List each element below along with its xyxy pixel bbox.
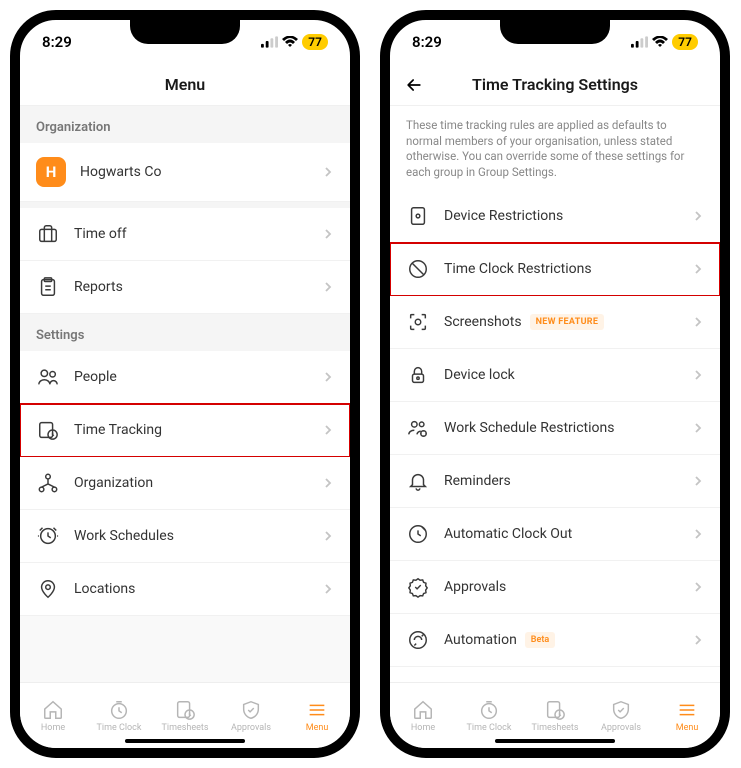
settings-label: Approvals: [444, 579, 678, 595]
settings-label: Automatic Clock Out: [444, 526, 678, 542]
menu-item-organization[interactable]: Organization: [20, 457, 350, 510]
section-header-organization: Organization: [20, 106, 350, 143]
chevron-right-icon: [692, 581, 704, 593]
chevron-right-icon: [322, 583, 334, 595]
device-icon: [406, 204, 430, 228]
status-bar: 8:29 77: [20, 20, 350, 64]
lock-icon: [406, 363, 430, 387]
settings-item-work-schedule-restrictions[interactable]: Work Schedule Restrictions: [390, 402, 720, 455]
menu-item-people[interactable]: People: [20, 351, 350, 404]
settings-label: Device Restrictions: [444, 208, 678, 224]
header: Time Tracking Settings: [390, 64, 720, 106]
tab-home[interactable]: Home: [20, 683, 86, 748]
menu-item-reports[interactable]: Reports: [20, 261, 350, 314]
home-indicator[interactable]: [125, 739, 245, 743]
chevron-right-icon: [322, 424, 334, 436]
menu-label: Organization: [74, 475, 308, 491]
settings-item-time-clock-restrictions[interactable]: Time Clock Restrictions: [390, 243, 720, 296]
settings-item-approvals[interactable]: Approvals: [390, 561, 720, 614]
menu-item-locations[interactable]: Locations: [20, 563, 350, 616]
chevron-right-icon: [692, 422, 704, 434]
menu-label: Reports: [74, 279, 308, 295]
org-chart-icon: [36, 471, 60, 495]
clock-auto-icon: [406, 522, 430, 546]
wifi-icon: [282, 36, 298, 48]
settings-item-reminders[interactable]: Reminders: [390, 455, 720, 508]
cellular-signal-icon: [261, 36, 278, 48]
home-indicator[interactable]: [495, 739, 615, 743]
settings-label: Work Schedule Restrictions: [444, 420, 678, 436]
settings-content[interactable]: These time tracking rules are applied as…: [390, 106, 720, 682]
status-time: 8:29: [42, 33, 72, 51]
org-row[interactable]: H Hogwarts Co: [20, 143, 350, 202]
settings-item-device-lock[interactable]: Device lock: [390, 349, 720, 402]
section-header-settings: Settings: [20, 314, 350, 351]
phone-timetracking-screen: 8:29 77 Time Tracking Settings These tim…: [380, 10, 730, 758]
approval-badge-icon: [406, 575, 430, 599]
schedule-icon: [36, 524, 60, 548]
restriction-icon: [406, 257, 430, 281]
menu-item-timetracking[interactable]: Time Tracking: [20, 404, 350, 457]
settings-item-screenshots[interactable]: ScreenshotsNEW FEATURE: [390, 296, 720, 349]
menu-item-timeoff[interactable]: Time off: [20, 208, 350, 261]
settings-label: ScreenshotsNEW FEATURE: [444, 314, 678, 330]
status-bar: 8:29 77: [390, 20, 720, 64]
menu-label: Time off: [74, 226, 308, 242]
people-icon: [36, 365, 60, 389]
menu-label: Time Tracking: [74, 422, 308, 438]
settings-item-auto-clock-out[interactable]: Automatic Clock Out: [390, 508, 720, 561]
clipboard-icon: [36, 275, 60, 299]
battery-indicator: 77: [302, 34, 328, 50]
page-title: Menu: [165, 75, 205, 94]
chevron-right-icon: [322, 371, 334, 383]
automation-icon: [406, 628, 430, 652]
time-tracking-icon: [36, 418, 60, 442]
settings-description: These time tracking rules are applied as…: [390, 106, 720, 190]
battery-indicator: 77: [672, 34, 698, 50]
settings-label: Reminders: [444, 473, 678, 489]
settings-item-device-restrictions[interactable]: Device Restrictions: [390, 190, 720, 243]
cellular-signal-icon: [631, 36, 648, 48]
suitcase-icon: [36, 222, 60, 246]
menu-content[interactable]: Organization H Hogwarts Co Time off Repo…: [20, 106, 350, 682]
screenshot-icon: [406, 310, 430, 334]
tab-menu[interactable]: Menu: [284, 683, 350, 748]
chevron-right-icon: [692, 528, 704, 540]
people-gear-icon: [406, 416, 430, 440]
location-pin-icon: [36, 577, 60, 601]
back-button[interactable]: [404, 75, 424, 95]
menu-label: Work Schedules: [74, 528, 308, 544]
tab-menu[interactable]: Menu: [654, 683, 720, 748]
header: Menu: [20, 64, 350, 106]
settings-item-automation[interactable]: AutomationBeta: [390, 614, 720, 667]
wifi-icon: [652, 36, 668, 48]
org-avatar: H: [36, 157, 66, 187]
new-feature-badge: NEW FEATURE: [530, 314, 605, 330]
chevron-right-icon: [322, 530, 334, 542]
settings-label: Device lock: [444, 367, 678, 383]
bell-icon: [406, 469, 430, 493]
page-title: Time Tracking Settings: [472, 75, 638, 94]
chevron-right-icon: [692, 316, 704, 328]
menu-item-workschedules[interactable]: Work Schedules: [20, 510, 350, 563]
menu-label: People: [74, 369, 308, 385]
chevron-right-icon: [692, 634, 704, 646]
settings-label: AutomationBeta: [444, 632, 678, 648]
chevron-right-icon: [322, 166, 334, 178]
chevron-right-icon: [692, 475, 704, 487]
phone-menu-screen: 8:29 77 Menu Organization H Hogwarts Co …: [10, 10, 360, 758]
chevron-right-icon: [322, 281, 334, 293]
chevron-right-icon: [322, 228, 334, 240]
tab-home[interactable]: Home: [390, 683, 456, 748]
menu-label: Locations: [74, 581, 308, 597]
org-name: Hogwarts Co: [80, 164, 308, 180]
beta-badge: Beta: [525, 632, 555, 648]
status-time: 8:29: [412, 33, 442, 51]
settings-label: Time Clock Restrictions: [444, 261, 678, 277]
chevron-right-icon: [692, 210, 704, 222]
chevron-right-icon: [322, 477, 334, 489]
chevron-right-icon: [692, 369, 704, 381]
chevron-right-icon: [692, 263, 704, 275]
